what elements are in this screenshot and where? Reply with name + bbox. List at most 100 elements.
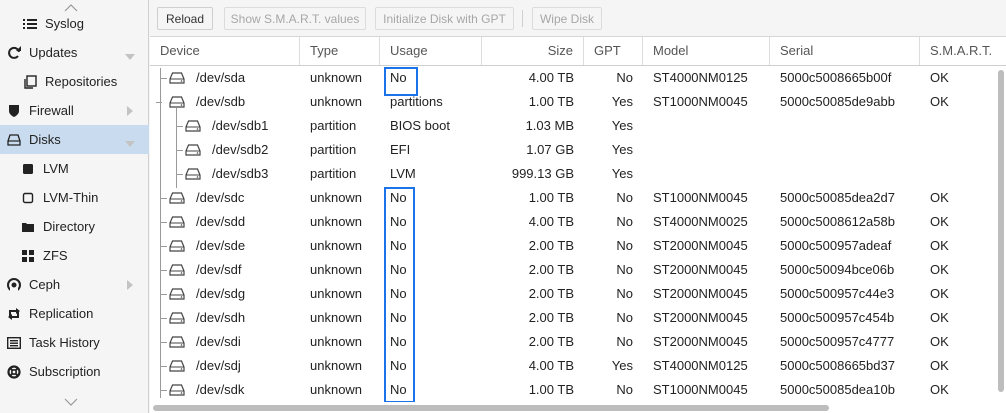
cell-serial: 5000c500957c4777 [780,334,895,349]
cell-serial: 5000c5008665b00f [780,70,892,85]
cell-smart: OK [930,190,949,205]
sidebar-item-ceph[interactable]: Ceph [0,270,149,299]
chevron-down-icon[interactable] [125,135,135,150]
show-smart-button[interactable]: Show S.M.A.R.T. values [224,7,366,30]
cell-model: ST2000NM0045 [653,238,748,253]
hdd-icon [6,132,22,148]
tree-line [177,126,183,127]
table-row[interactable]: /dev/sdc unknown No 1.00 TB No ST1000NM0… [150,186,995,210]
cell-serial [780,162,920,186]
chevron-right-icon[interactable] [127,278,133,293]
horizontal-scrollbar[interactable] [150,402,1006,413]
wipe-disk-button[interactable]: Wipe Disk [532,7,602,30]
cell-size: 2.00 TB [528,238,574,253]
column-header-gpt[interactable]: GPT [584,37,643,65]
chevron-right-icon[interactable] [127,104,133,119]
sidebar-item-label: Firewall [29,103,74,118]
column-header-size[interactable]: Size [482,37,584,65]
table-row[interactable]: /dev/sdb unknown partitions 1.00 TB Yes … [150,90,995,114]
cell-device: /dev/sdb1 [212,118,269,133]
sidebar-item-zfs[interactable]: ZFS [0,241,149,270]
sidebar-item-syslog[interactable]: Syslog [0,9,149,38]
table-row[interactable]: /dev/sdi unknown No 2.00 TB No ST2000NM0… [150,330,995,354]
cell-gpt: No [616,310,633,325]
sidebar-item-lvm-thin[interactable]: LVM-Thin [0,183,149,212]
reload-button[interactable]: Reload [157,7,213,30]
tree-line [161,246,167,247]
tree-line [156,102,162,103]
cell-size: 4.00 TB [528,214,574,229]
hdd-icon [169,312,185,324]
table-row[interactable]: /dev/sdf unknown No 2.00 TB No ST2000NM0… [150,258,995,282]
cell-smart: OK [930,286,949,301]
sidebar-item-label: LVM-Thin [43,190,99,205]
tree-line [161,198,167,199]
scroll-down-icon[interactable] [64,398,78,406]
cell-smart: OK [930,214,949,229]
cell-model: ST2000NM0045 [653,262,748,277]
cell-type: unknown [310,262,363,277]
scrollbar-thumb[interactable] [998,70,1004,392]
sidebar-item-lvm[interactable]: LVM [0,154,149,183]
column-header-type[interactable]: Type [300,37,380,65]
cell-device: /dev/sdd [196,214,246,229]
cell-serial [780,114,920,138]
cell-model [653,114,770,138]
sidebar-item-replication[interactable]: Replication [0,299,149,328]
hdd-icon [169,192,185,204]
initialize-gpt-button[interactable]: Initialize Disk with GPT [375,7,514,30]
table-row[interactable]: /dev/sdb3 partition LVM 999.13 GB Yes [150,162,995,186]
cell-serial: 5000c50085de9abb [780,94,895,109]
column-header-device[interactable]: Device [150,37,300,65]
sidebar-item-directory[interactable]: Directory [0,212,149,241]
column-header-smart[interactable]: S.M.A.R.T. [920,37,1006,65]
table-row[interactable]: /dev/sdj unknown No 4.00 TB Yes ST4000NM… [150,354,995,378]
table-row[interactable]: /dev/sdk unknown No 1.00 TB No ST1000NM0… [150,378,995,402]
sidebar-item-task-history[interactable]: Task History [0,328,149,357]
vertical-scrollbar[interactable] [995,66,1006,402]
hdd-icon [169,96,185,108]
th-large-icon [20,248,36,264]
highlight-box [384,67,418,96]
column-header-serial[interactable]: Serial [770,37,920,65]
cell-smart [930,138,990,162]
cell-model: ST1000NM0045 [653,94,748,109]
table-row[interactable]: /dev/sdd unknown No 4.00 TB No ST4000NM0… [150,210,995,234]
cell-device: /dev/sdj [196,358,241,373]
table-row[interactable]: /dev/sdb1 partition BIOS boot 1.03 MB Ye… [150,114,995,138]
table-row[interactable]: /dev/sdh unknown No 2.00 TB No ST2000NM0… [150,306,995,330]
cell-type: unknown [310,382,363,397]
table-row[interactable]: /dev/sdg unknown No 2.00 TB No ST2000NM0… [150,282,995,306]
sidebar-item-disks[interactable]: Disks [0,125,149,154]
sidebar-item-subscription[interactable]: Subscription [0,357,149,386]
table-row[interactable]: /dev/sdb2 partition EFI 1.07 GB Yes [150,138,995,162]
sidebar-item-label: Updates [29,45,78,60]
column-header-model[interactable]: Model [643,37,770,65]
sidebar-item-label: Task History [29,335,100,350]
cell-smart: OK [930,262,949,277]
retweet-icon [6,306,22,322]
cell-serial: 5000c500957adeaf [780,238,892,253]
cell-model: ST4000NM0025 [653,214,748,229]
cell-device: /dev/sdi [196,334,241,349]
cell-device: /dev/sde [196,238,246,253]
cell-smart: OK [930,334,949,349]
sidebar-item-firewall[interactable]: Firewall [0,96,149,125]
cell-type: partition [310,118,357,133]
column-header-usage[interactable]: Usage [380,37,482,65]
table-row[interactable]: /dev/sda unknown No 4.00 TB No ST4000NM0… [150,66,995,90]
cell-device: /dev/sdk [196,382,245,397]
cell-smart: OK [930,310,949,325]
scrollbar-thumb[interactable] [153,405,829,411]
hdd-icon [169,72,185,84]
sidebar-item-updates[interactable]: Updates [0,38,149,67]
cell-serial [780,138,920,162]
sidebar-item-repositories[interactable]: Repositories [0,67,149,96]
table-row[interactable]: /dev/sde unknown No 2.00 TB No ST2000NM0… [150,234,995,258]
cell-type: unknown [310,190,363,205]
sidebar: Syslog Updates Repositories Firewall Dis… [0,0,149,413]
hdd-icon [185,120,201,132]
tree-line [161,390,167,391]
cell-smart: OK [930,94,949,109]
chevron-down-icon[interactable] [125,48,135,63]
